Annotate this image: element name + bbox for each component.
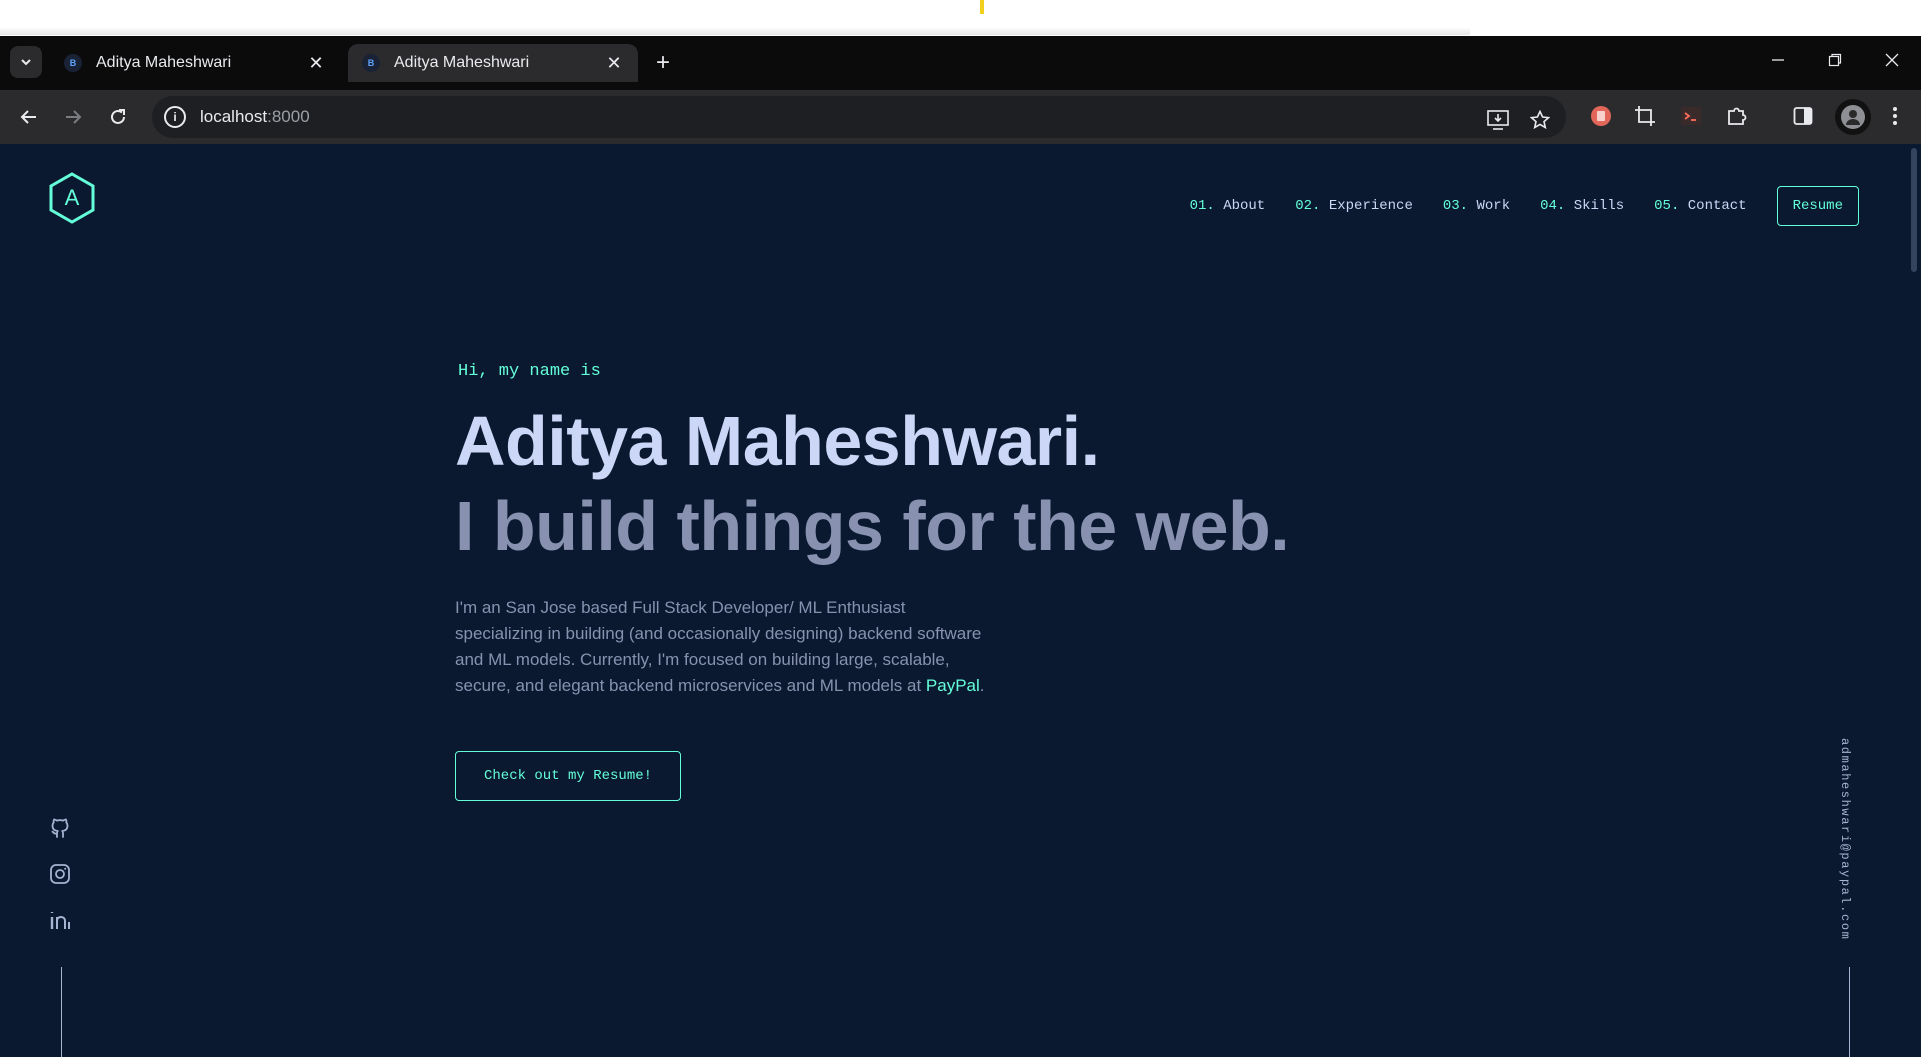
- email-link[interactable]: admaheshwari@paypal.com: [1838, 738, 1852, 940]
- nav-link-contact[interactable]: 05. Contact: [1654, 198, 1746, 214]
- hero-tagline: I build things for the web.: [455, 487, 1290, 565]
- install-app-icon[interactable]: [1482, 104, 1514, 136]
- tab-search-button[interactable]: [10, 46, 42, 78]
- social-links: [48, 816, 74, 954]
- left-vertical-line: [61, 967, 62, 1057]
- browser-tab-2[interactable]: B Aditya Maheshwari ✕: [348, 44, 638, 82]
- bio-end: .: [979, 676, 985, 695]
- page-scrollbar[interactable]: [1907, 144, 1921, 1057]
- browser-tab-bar: B Aditya Maheshwari ✕ B Aditya Maheshwar…: [0, 36, 1921, 90]
- favicon-icon: B: [64, 54, 82, 72]
- nav-link-about[interactable]: 01. About: [1190, 198, 1266, 214]
- nav-link-skills[interactable]: 04. Skills: [1540, 198, 1624, 214]
- favicon-icon: B: [362, 54, 380, 72]
- close-tab-icon[interactable]: ✕: [306, 53, 326, 73]
- address-bar[interactable]: i localhost :8000: [152, 96, 1566, 138]
- portfolio-page: A 01. About 02. Experience 03. Work 04. …: [0, 144, 1921, 1057]
- scrollbar-thumb[interactable]: [1911, 148, 1917, 272]
- nav-label: Contact: [1687, 198, 1747, 214]
- site-nav: 01. About 02. Experience 03. Work 04. Sk…: [1160, 186, 1859, 226]
- minimize-icon[interactable]: [1750, 36, 1806, 84]
- instagram-icon[interactable]: [48, 862, 72, 886]
- nav-number: 01.: [1189, 198, 1215, 214]
- nav-label: Skills: [1573, 198, 1625, 214]
- nav-label: About: [1223, 198, 1266, 214]
- restore-icon[interactable]: [1807, 36, 1863, 84]
- resume-cta-button[interactable]: Check out my Resume!: [455, 751, 682, 801]
- nav-number: 04.: [1540, 198, 1566, 214]
- nav-number: 05.: [1654, 198, 1680, 214]
- browser-tab-1[interactable]: B Aditya Maheshwari ✕: [50, 44, 340, 82]
- nav-label: Experience: [1328, 198, 1413, 214]
- strip-shadow: [0, 27, 1470, 35]
- linkedin-icon[interactable]: [48, 908, 72, 932]
- site-info-icon[interactable]: i: [164, 106, 186, 128]
- extensions-puzzle-icon[interactable]: [1724, 103, 1750, 129]
- chevron-down-icon: [21, 59, 31, 66]
- profile-avatar[interactable]: [1834, 98, 1872, 136]
- close-window-icon[interactable]: [1864, 36, 1920, 84]
- desktop-strip: [0, 0, 1921, 36]
- nav-number: 03.: [1442, 198, 1469, 214]
- nav-link-work[interactable]: 03. Work: [1443, 198, 1510, 214]
- site-logo[interactable]: A: [48, 172, 96, 224]
- browser-menu-icon[interactable]: [1882, 103, 1908, 129]
- logo-letter: A: [65, 185, 80, 210]
- resume-button[interactable]: Resume: [1776, 186, 1859, 226]
- hero-bio: I'm an San Jose based Full Stack Develop…: [455, 595, 995, 699]
- nav-link-experience[interactable]: 02. Experience: [1295, 198, 1413, 214]
- screenshot-icon[interactable]: [1632, 103, 1658, 129]
- url-port: :8000: [267, 107, 310, 126]
- side-panel-icon[interactable]: [1790, 103, 1816, 129]
- terminal-extension-icon[interactable]: [1678, 103, 1704, 129]
- tab-title: Aditya Maheshwari: [394, 54, 530, 71]
- back-icon[interactable]: [12, 100, 46, 134]
- hero-greeting: Hi, my name is: [458, 362, 601, 381]
- hero-section: Hi, my name is Aditya Maheshwari. I buil…: [455, 362, 1290, 801]
- tab-title: Aditya Maheshwari: [96, 54, 232, 71]
- right-vertical-line: [1849, 967, 1850, 1057]
- nav-number: 02.: [1295, 198, 1321, 214]
- close-tab-icon[interactable]: ✕: [604, 53, 624, 73]
- bookmark-star-icon[interactable]: [1524, 104, 1556, 136]
- email-sidebar: admaheshwari@paypal.com: [1838, 738, 1858, 940]
- bio-text: I'm an San Jose based Full Stack Develop…: [455, 598, 982, 695]
- hero-name: Aditya Maheshwari.: [455, 402, 1100, 480]
- forward-icon[interactable]: [56, 100, 90, 134]
- github-icon[interactable]: [48, 816, 72, 840]
- reload-icon[interactable]: [101, 100, 135, 134]
- url-host: localhost: [200, 107, 268, 126]
- paypal-link[interactable]: PayPal: [926, 676, 980, 695]
- extension-record-icon[interactable]: [1588, 103, 1614, 129]
- nav-label: Work: [1476, 198, 1511, 214]
- browser-toolbar: i localhost :8000: [0, 90, 1921, 144]
- new-tab-button[interactable]: +: [648, 48, 678, 78]
- strip-marker: [980, 0, 984, 14]
